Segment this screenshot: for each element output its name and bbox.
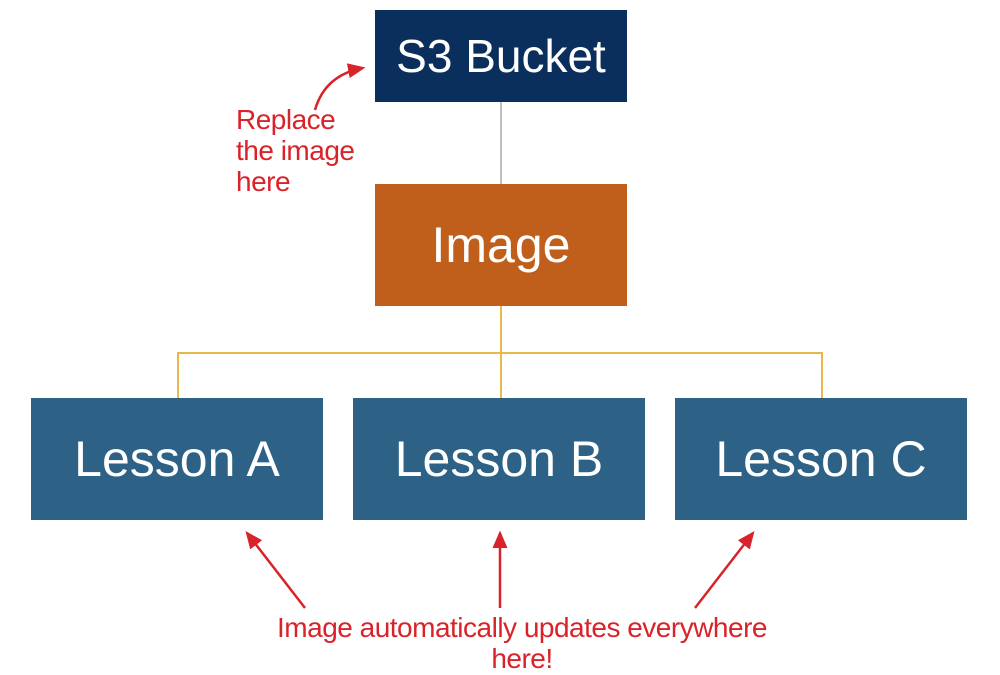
arrow-updates-to-lesson-a: [235, 523, 315, 613]
connector-image-branch-top: [500, 306, 502, 352]
node-s3-label: S3 Bucket: [396, 29, 606, 83]
connector-s3-to-image: [500, 102, 502, 184]
connector-branch-lesson-c: [821, 352, 823, 398]
node-lesson-c-label: Lesson C: [715, 430, 926, 488]
node-s3-bucket: S3 Bucket: [375, 10, 627, 102]
node-lesson-b: Lesson B: [353, 398, 645, 520]
annotation-replace: Replace the image here: [236, 105, 376, 197]
arrow-updates-to-lesson-b: [480, 523, 520, 613]
node-lesson-c: Lesson C: [675, 398, 967, 520]
arrow-updates-to-lesson-c: [685, 523, 765, 613]
node-lesson-a-label: Lesson A: [74, 430, 280, 488]
annotation-updates: Image automatically updates everywhere h…: [262, 613, 782, 675]
node-lesson-a: Lesson A: [31, 398, 323, 520]
node-image-label: Image: [432, 216, 571, 274]
connector-branch-lesson-a: [177, 352, 179, 398]
node-lesson-b-label: Lesson B: [395, 430, 603, 488]
node-image: Image: [375, 184, 627, 306]
connector-branch-lesson-b: [500, 352, 502, 398]
